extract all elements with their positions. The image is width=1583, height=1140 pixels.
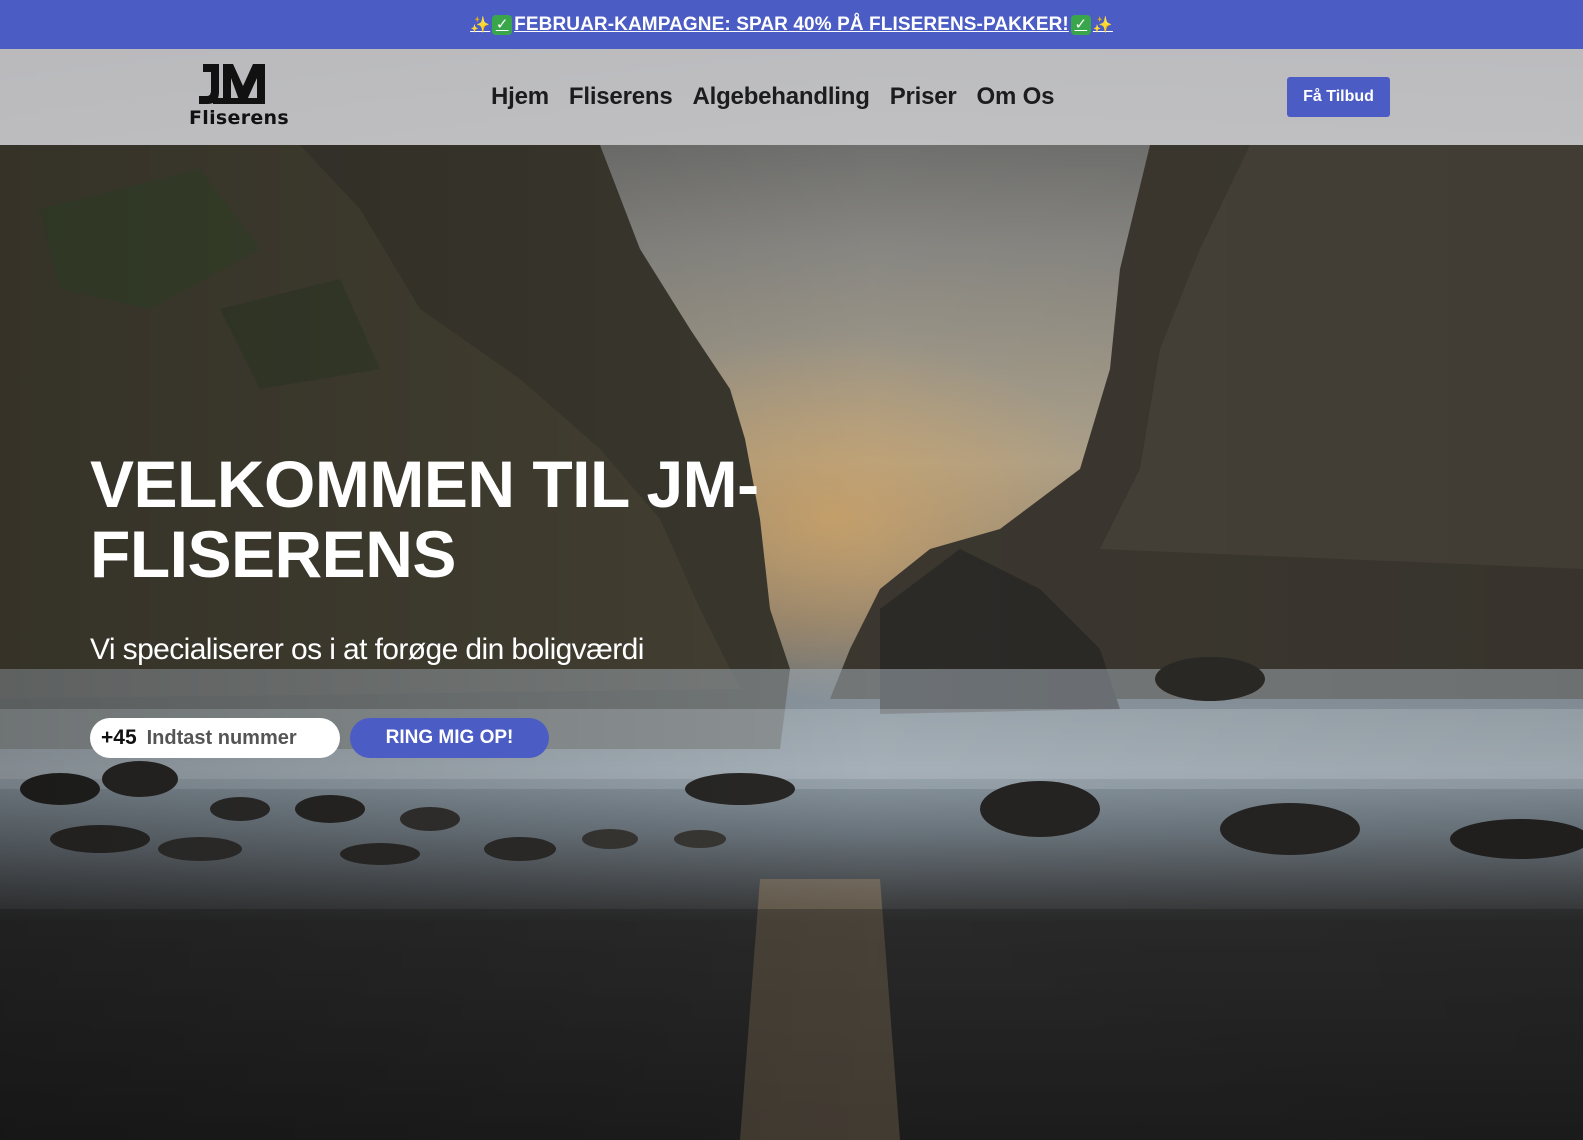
hero-subtitle: Vi specialiserer os i at forøge din boli… — [90, 633, 644, 666]
promo-banner: ✨ ✓ FEBRUAR-KAMPAGNE: SPAR 40% PÅ FLISER… — [0, 0, 1583, 49]
checkmark-icon: ✓ — [1070, 14, 1091, 35]
nav-link-om-os[interactable]: Om Os — [977, 83, 1055, 111]
checkmark-icon: ✓ — [492, 14, 513, 35]
get-quote-button[interactable]: Få Tilbud — [1287, 77, 1390, 117]
call-me-button[interactable]: RING MIG OP! — [350, 718, 549, 758]
sparkle-icon: ✨ — [1092, 16, 1113, 34]
promo-text: FEBRUAR-KAMPAGNE: SPAR 40% PÅ FLISERENS-… — [514, 13, 1069, 35]
nav-link-fliserens[interactable]: Fliserens — [569, 83, 673, 111]
phone-input-group: +45 — [90, 718, 340, 758]
nav-link-priser[interactable]: Priser — [890, 83, 957, 111]
hero-background-image — [0, 49, 1583, 1140]
promo-link[interactable]: ✨ ✓ FEBRUAR-KAMPAGNE: SPAR 40% PÅ FLISER… — [470, 14, 1113, 36]
country-code: +45 — [101, 726, 137, 749]
jm-logo-icon — [199, 64, 265, 104]
logo[interactable]: Fliserens — [189, 62, 289, 129]
hero-title: VELKOMMEN TIL JM-FLISERENS — [90, 447, 759, 591]
site-header: Fliserens Hjem Fliserens Algebehandling … — [0, 49, 1583, 145]
nav-link-hjem[interactable]: Hjem — [491, 83, 549, 111]
hero-overlay — [0, 49, 1583, 1140]
main-nav: Hjem Fliserens Algebehandling Priser Om … — [491, 49, 1054, 145]
logo-text: Fliserens — [189, 107, 289, 129]
sparkle-icon: ✨ — [470, 16, 491, 34]
nav-link-algebehandling[interactable]: Algebehandling — [692, 83, 869, 111]
phone-number-input[interactable] — [146, 726, 317, 750]
